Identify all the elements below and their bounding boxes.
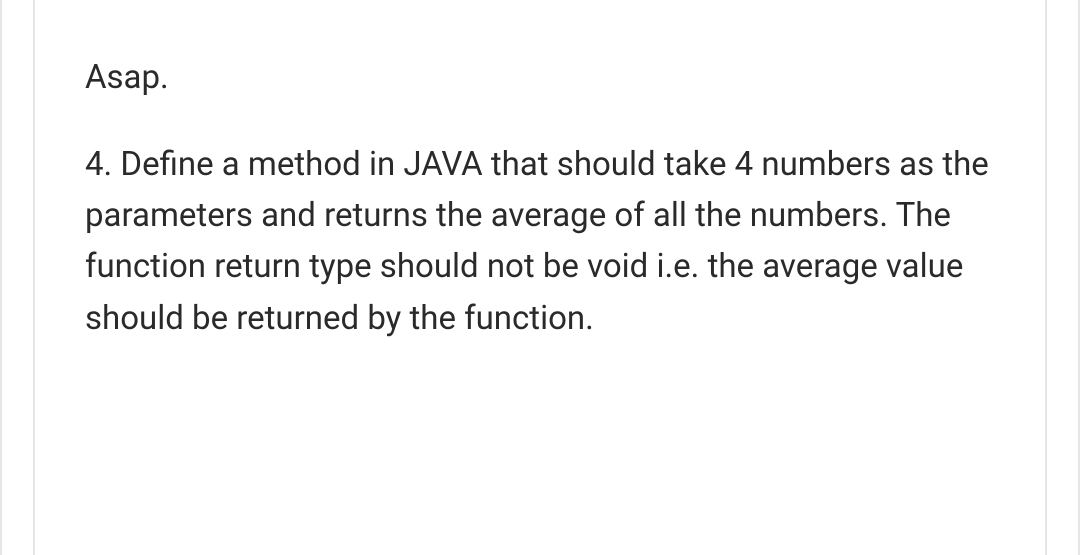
inner-left-border [33, 0, 35, 555]
outer-left-border [0, 0, 2, 555]
inner-right-border [1045, 0, 1047, 555]
intro-text: Asap. [85, 55, 995, 101]
question-text: 4. Define a method in JAVA that should t… [85, 139, 995, 344]
document-content: Asap. 4. Define a method in JAVA that sh… [85, 55, 995, 344]
